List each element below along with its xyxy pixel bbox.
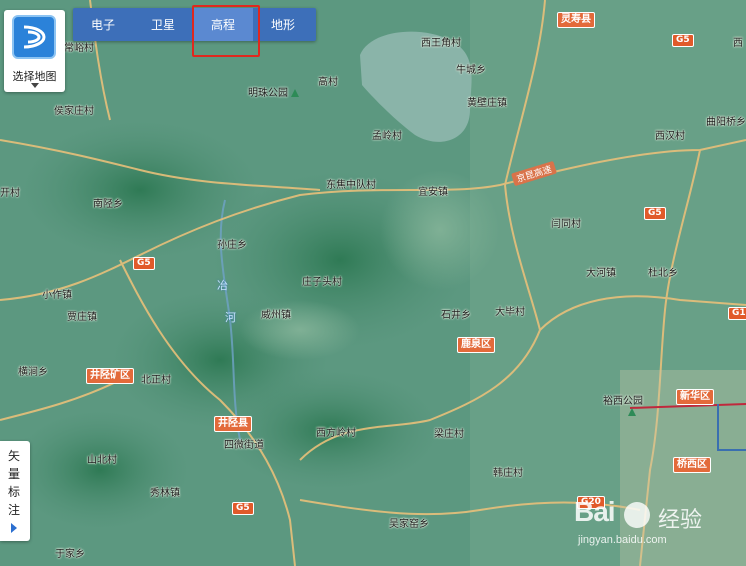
select-map-button[interactable]: 选择地图 bbox=[4, 10, 65, 92]
county-label[interactable]: 井陉矿区 bbox=[86, 368, 134, 384]
place-label: 韩庄村 bbox=[493, 468, 523, 479]
chevron-right-icon bbox=[11, 523, 17, 533]
place-label: 牛城乡 bbox=[456, 65, 486, 76]
county-label[interactable]: 灵寿县 bbox=[557, 12, 595, 28]
place-label: 侯家庄村 bbox=[54, 106, 94, 117]
place-label: 四微街道 bbox=[224, 440, 264, 451]
county-label[interactable]: 鹿泉区 bbox=[457, 337, 495, 353]
county-label[interactable]: 新华区 bbox=[676, 389, 714, 405]
park-icon bbox=[291, 89, 299, 97]
place-label: 闫同村 bbox=[551, 219, 581, 230]
tab-electronic[interactable]: 电子 bbox=[73, 8, 133, 41]
place-label: 杜北乡 bbox=[648, 268, 678, 279]
vector-label-char: 注 bbox=[8, 503, 21, 517]
park-label: 裕西公园 bbox=[603, 392, 643, 416]
place-label: 西汉村 bbox=[655, 131, 685, 142]
chevron-down-icon bbox=[31, 83, 39, 88]
terrain-map[interactable] bbox=[0, 0, 746, 566]
place-label: 高村 bbox=[318, 77, 338, 88]
place-label: 西王角村 bbox=[421, 38, 461, 49]
place-label: 东焦中队村 bbox=[326, 180, 376, 191]
tab-satellite[interactable]: 卫星 bbox=[133, 8, 193, 41]
place-label: 孙庄乡 bbox=[217, 240, 247, 251]
county-label[interactable]: 井陉县 bbox=[214, 416, 252, 432]
river-label: 河 bbox=[225, 311, 236, 324]
place-label: 大河镇 bbox=[586, 268, 616, 279]
baidu-map-logo-icon bbox=[12, 15, 56, 59]
paw-icon bbox=[624, 502, 650, 528]
place-label: 贾庄镇 bbox=[67, 312, 97, 323]
place-label: 开村 bbox=[0, 188, 20, 199]
highlight-box bbox=[192, 5, 260, 57]
watermark-url: jingyan.baidu.com bbox=[578, 534, 667, 546]
park-label: 明珠公园 bbox=[248, 84, 299, 99]
watermark-logo-text: Bai bbox=[574, 496, 616, 527]
place-label: 宜安镇 bbox=[418, 187, 448, 198]
vector-label-char: 矢 bbox=[8, 449, 21, 463]
county-label[interactable]: 桥西区 bbox=[673, 457, 711, 473]
watermark: Bai 经验 jingyan.baidu.com bbox=[572, 496, 742, 562]
place-label: 山北村 bbox=[87, 455, 117, 466]
place-label: 于家乡 bbox=[55, 549, 85, 560]
park-icon bbox=[628, 408, 636, 416]
highway-shield: G5 bbox=[644, 207, 666, 220]
place-label: 庄子头村 bbox=[302, 277, 342, 288]
place-label: 小作镇 bbox=[42, 290, 72, 301]
place-label: 孟岭村 bbox=[372, 131, 402, 142]
place-label: 常峪村 bbox=[64, 43, 94, 54]
highway-shield: G18 bbox=[728, 307, 746, 320]
river-label: 冶 bbox=[217, 279, 228, 292]
vector-label-char: 量 bbox=[8, 467, 21, 481]
watermark-cn-text: 经验 bbox=[658, 508, 703, 533]
place-label: 秀林镇 bbox=[150, 488, 180, 499]
place-label: 横涧乡 bbox=[18, 367, 48, 378]
highway-shield: G5 bbox=[232, 502, 254, 515]
highway-shield: G5 bbox=[133, 257, 155, 270]
place-label: 西 bbox=[733, 38, 743, 49]
vector-label-char: 标 bbox=[8, 485, 21, 499]
place-label: 威州镇 bbox=[261, 310, 291, 321]
vector-label-toggle[interactable]: 矢 量 标 注 bbox=[0, 441, 30, 541]
place-label: 石井乡 bbox=[441, 310, 471, 321]
place-label: 北正村 bbox=[141, 375, 171, 386]
place-label: 黄壁庄镇 bbox=[467, 98, 507, 109]
tab-terrain[interactable]: 地形 bbox=[253, 8, 313, 41]
place-label: 南陉乡 bbox=[93, 199, 123, 210]
place-label: 梁庄村 bbox=[434, 429, 464, 440]
place-label: 吴家窑乡 bbox=[389, 519, 429, 530]
highway-shield: G5 bbox=[672, 34, 694, 47]
place-label: 大毕村 bbox=[495, 307, 525, 318]
place-label: 曲阳桥乡 bbox=[706, 117, 746, 128]
select-map-label: 选择地图 bbox=[12, 70, 57, 83]
place-label: 西方岭村 bbox=[316, 428, 356, 439]
